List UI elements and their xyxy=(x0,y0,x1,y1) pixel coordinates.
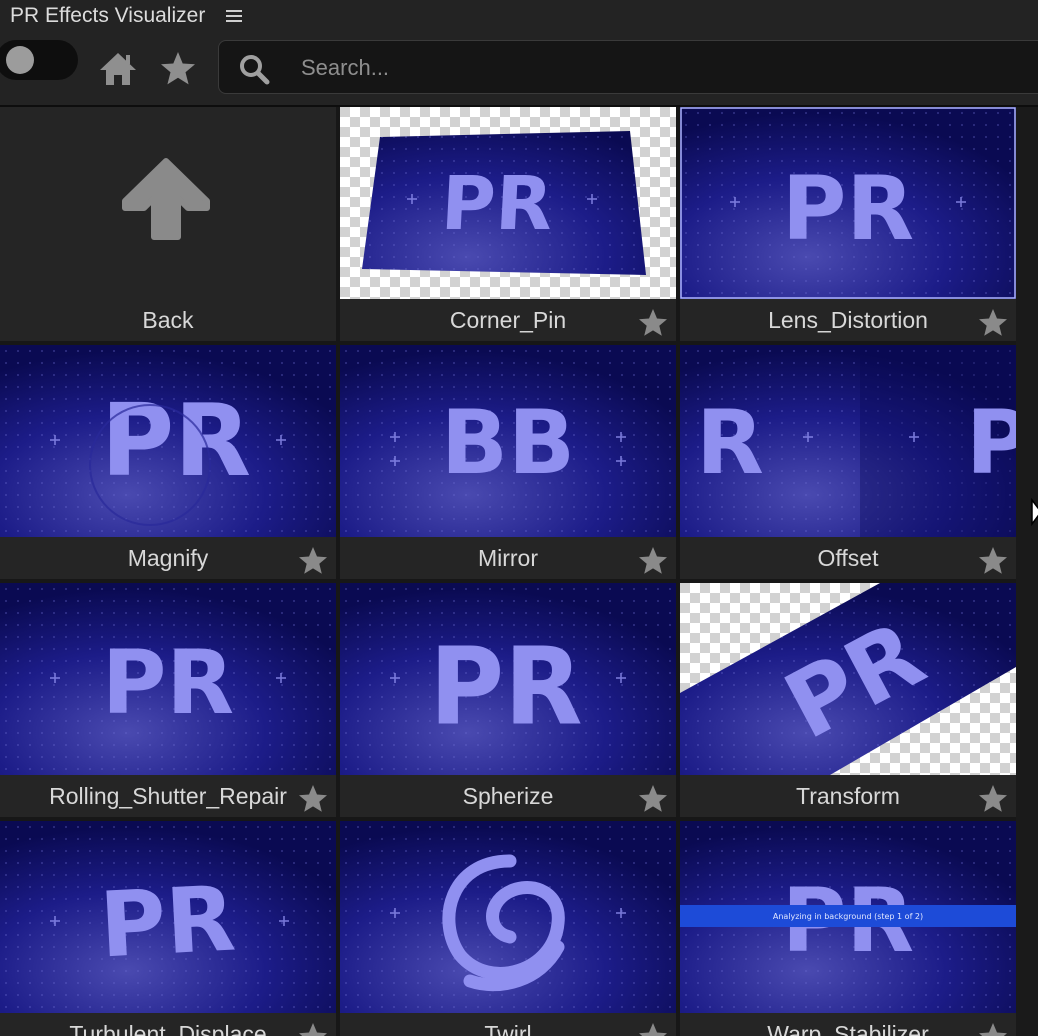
effect-tile-transform[interactable]: PR Transform xyxy=(680,583,1016,817)
effect-tile-warp-stabilizer[interactable]: PR Analyzing in background (step 1 of 2)… xyxy=(680,821,1016,1036)
back-tile[interactable]: Back xyxy=(0,107,336,341)
favorite-star-icon[interactable] xyxy=(636,307,670,339)
home-icon[interactable] xyxy=(98,50,138,88)
scrollbar[interactable] xyxy=(1016,107,1038,1036)
favorite-star-icon[interactable] xyxy=(636,783,670,815)
favorite-star-icon[interactable] xyxy=(976,783,1010,815)
warp-status-text: Analyzing in background (step 1 of 2) xyxy=(773,912,923,921)
svg-text:PR: PR xyxy=(97,867,238,979)
back-thumbnail xyxy=(0,107,336,299)
effect-thumbnail: PR xyxy=(680,107,1016,299)
effect-label: Lens_Distortion xyxy=(768,307,928,333)
favorite-star-icon[interactable] xyxy=(636,1021,670,1036)
title-bar: PR Effects Visualizer xyxy=(0,0,1038,34)
favorite-star-icon[interactable] xyxy=(976,545,1010,577)
favorite-star-icon[interactable] xyxy=(296,783,330,815)
svg-text:R: R xyxy=(696,391,764,494)
svg-text:P: P xyxy=(966,391,1016,494)
effect-thumbnail: PR xyxy=(0,345,336,537)
effect-thumbnail: BB xyxy=(340,345,676,537)
back-label: Back xyxy=(142,307,194,333)
effects-grid: Back PR Corner_Pin PR Lens_Distortion PR… xyxy=(0,107,1020,1036)
effect-label: Corner_Pin xyxy=(449,307,567,333)
favorite-star-icon[interactable] xyxy=(296,545,330,577)
effect-thumbnail: PR xyxy=(680,583,1016,775)
effect-tile-twirl[interactable]: Twirl xyxy=(340,821,676,1036)
effect-label: Twirl xyxy=(484,1021,532,1036)
effect-tile-corner-pin[interactable]: PR Corner_Pin xyxy=(340,107,676,341)
effect-label: Magnify xyxy=(127,545,209,571)
effect-tile-mirror[interactable]: BB Mirror xyxy=(340,345,676,579)
svg-text:BB: BB xyxy=(441,391,575,494)
search-bar xyxy=(218,40,1038,94)
effect-label: Offset xyxy=(817,545,879,571)
favorite-star-icon[interactable] xyxy=(296,1021,330,1036)
effect-thumbnail: PR xyxy=(0,583,336,775)
svg-text:PR: PR xyxy=(102,631,234,734)
favorites-star-icon[interactable] xyxy=(158,50,198,88)
effect-label: Warp_Stabilizer xyxy=(767,1021,929,1036)
effect-label: Spherize xyxy=(462,783,554,809)
toggle-switch[interactable] xyxy=(0,40,78,80)
svg-text:PR: PR xyxy=(101,382,251,499)
effect-label: Transform xyxy=(796,783,900,809)
effect-thumbnail: RP xyxy=(680,345,1016,537)
effect-thumbnail xyxy=(340,821,676,1013)
favorite-star-icon[interactable] xyxy=(636,545,670,577)
effect-tile-spherize[interactable]: PR Spherize xyxy=(340,583,676,817)
svg-text:PR: PR xyxy=(782,157,914,260)
toggle-knob xyxy=(6,46,34,74)
search-input[interactable] xyxy=(299,49,1003,87)
svg-text:PR: PR xyxy=(429,624,582,749)
effect-tile-rolling-shutter-repair[interactable]: PR Rolling_Shutter_Repair xyxy=(0,583,336,817)
effect-thumbnail: PR xyxy=(340,583,676,775)
effect-tile-turbulent-displace[interactable]: PR Turbulent_Displace xyxy=(0,821,336,1036)
app-title: PR Effects Visualizer xyxy=(10,4,206,27)
effect-label: Turbulent_Displace xyxy=(69,1021,267,1036)
effect-thumbnail: PR Analyzing in background (step 1 of 2) xyxy=(680,821,1016,1013)
hamburger-menu-icon[interactable] xyxy=(224,7,244,25)
mouse-cursor-icon xyxy=(1031,498,1038,527)
up-arrow-icon xyxy=(122,158,210,240)
favorite-star-icon[interactable] xyxy=(976,1021,1010,1036)
effect-thumbnail: PR xyxy=(0,821,336,1013)
favorite-star-icon[interactable] xyxy=(976,307,1010,339)
effect-tile-offset[interactable]: RP Offset xyxy=(680,345,1016,579)
effect-label: Rolling_Shutter_Repair xyxy=(49,783,287,809)
effect-tile-lens-distortion[interactable]: PR Lens_Distortion xyxy=(680,107,1016,341)
effect-label: Mirror xyxy=(477,545,539,571)
effect-tile-magnify[interactable]: PR Magnify xyxy=(0,345,336,579)
search-icon xyxy=(240,55,270,85)
svg-text:PR: PR xyxy=(439,161,555,247)
effect-thumbnail: PR xyxy=(340,107,676,299)
